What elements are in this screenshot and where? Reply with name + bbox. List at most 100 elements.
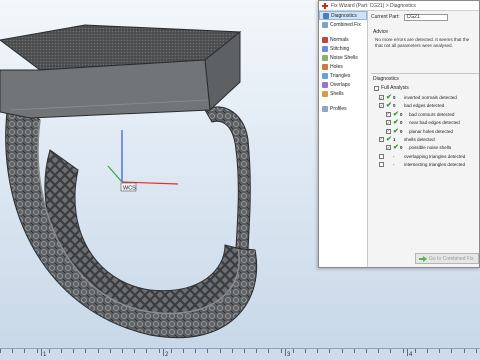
ruler-tick (109, 349, 111, 353)
ruler-tick (231, 349, 233, 353)
ruler-major-tick (285, 349, 286, 356)
diagnostic-checkbox[interactable]: ✓ (386, 128, 391, 134)
diagnostics-panel: Diagnostics Full Analysis ✓ ✔ 0 inverted no… (371, 73, 479, 193)
ruler-tick (451, 349, 453, 353)
ruler-tick (73, 349, 75, 353)
nav-item-profiles[interactable]: Profiles (319, 104, 367, 113)
profiles-icon (322, 105, 328, 112)
ruler-tick (305, 349, 306, 353)
arrow-right-icon (419, 255, 427, 262)
green-check-icon: ✔ (393, 144, 399, 152)
diagnostic-checkbox[interactable]: ✓ (379, 136, 384, 142)
ruler-tick (280, 349, 282, 353)
nav-item-label: Profiles (330, 105, 347, 112)
ruler-tick (146, 349, 148, 353)
nav-item-label: Diagnostics (331, 12, 357, 19)
diagnostic-count: 0 (400, 111, 403, 117)
ruler-tick (317, 349, 319, 353)
diagnostic-label: inverted normals detected (404, 95, 457, 100)
ruler-tick (97, 349, 99, 353)
diagnostic-checkbox[interactable]: ✓ (379, 103, 384, 109)
ruler-tick (463, 349, 465, 353)
green-check-icon: ✔ (393, 119, 399, 127)
overlaps-icon (322, 81, 328, 88)
full-analysis-checkbox[interactable] (374, 85, 379, 91)
diagnostic-label: possible noise shells (409, 145, 452, 151)
nav-item-stitching[interactable]: Stitching (319, 44, 367, 53)
diagnostic-label: near bad edges detected (409, 120, 460, 126)
diagnostic-label: intersecting triangles detected (404, 162, 466, 168)
ruler-tick (0, 349, 1, 353)
nav-item-label: Overlaps (330, 81, 351, 88)
diagnostic-checkbox[interactable] (379, 162, 384, 168)
diagnostic-count: 0 (400, 128, 403, 134)
go-to-combined-fix-button[interactable]: Go to Combined Fix (415, 253, 479, 264)
diagnostic-checkbox[interactable] (379, 153, 384, 159)
ruler-tick (85, 349, 87, 353)
nav-item-diagnostics[interactable]: Diagnostics (319, 11, 367, 20)
diagnostic-row: ✓ ✔ 0 bad edges detected (371, 102, 479, 110)
ruler-tick (207, 349, 209, 353)
green-check-icon: ✔ (386, 94, 392, 101)
ruler-tick (427, 349, 428, 353)
diagnostic-checkbox[interactable]: ✓ (386, 111, 391, 117)
ruler-label: 3 (287, 352, 291, 358)
nav-item-triangles[interactable]: Triangles (319, 71, 367, 80)
stitching-icon (322, 45, 328, 52)
ruler-major-tick (163, 349, 164, 356)
green-check-icon: ✔ (393, 127, 399, 135)
triangles-icon (322, 72, 328, 79)
ruler-major-tick (407, 349, 408, 356)
diagnostic-checkbox[interactable]: ✓ (386, 145, 391, 151)
wizard-titlebar[interactable]: Fix Wizard (Part: CG21) > Diagnostics (319, 1, 479, 11)
diagnostic-row: ✓ ✔ 0 near bad edges detected (371, 119, 479, 127)
diagnostic-label: bad edges detected (404, 103, 445, 109)
fix-wizard-window[interactable]: Fix Wizard (Part: CG21) > Diagnostics Di… (318, 0, 480, 268)
nav-item-label: Holes (330, 63, 343, 70)
ruler-tick (353, 349, 355, 353)
ruler-tick (390, 349, 392, 353)
ruler-tick (378, 349, 380, 353)
diagnostic-checkbox[interactable]: ✓ (379, 95, 384, 100)
nav-item-label: Shells (330, 90, 344, 97)
ruler-tick (414, 349, 416, 353)
ruler-tick (48, 349, 50, 353)
diagnostic-count: 1 (393, 136, 396, 142)
diagnostic-label: bad contours detected (409, 111, 455, 117)
nav-item-shells[interactable]: Shells (319, 89, 367, 98)
ruler-label: 2 (165, 352, 169, 358)
ruler-tick (122, 349, 123, 353)
wizard-nav: Diagnostics Combined Fix Normals Stitching… (319, 11, 368, 267)
holes-icon (322, 63, 328, 70)
nav-item-label: Normals (330, 36, 349, 43)
nav-item-label: Combined Fix (330, 21, 361, 28)
nav-item-overlaps[interactable]: Overlaps (319, 80, 367, 89)
diagnostic-row: - overlapping triangles detected (371, 153, 479, 161)
nav-item-combined-fix[interactable]: Combined Fix (319, 20, 367, 29)
ruler-tick (219, 349, 221, 353)
ruler-tick (12, 349, 14, 353)
diagnostic-label: shells detected (404, 136, 435, 142)
app-cross-icon (322, 2, 328, 9)
nav-item-noise-shells[interactable]: Noise Shells (319, 53, 367, 62)
diagnostic-label: planar holes detected (409, 128, 453, 134)
diagnostic-checkbox[interactable]: ✓ (386, 120, 391, 126)
diagnostic-row: ✓ ✔ 1 shells detected (371, 136, 479, 144)
shells-icon (322, 90, 328, 97)
diagnostic-count: 0 (393, 95, 396, 100)
diagnostics-icon (323, 12, 329, 19)
ruler-tick (183, 349, 184, 353)
full-analysis-row[interactable]: Full Analysis (374, 85, 479, 91)
nav-item-normals[interactable]: Normals (319, 35, 367, 44)
nav-item-label: Noise Shells (330, 54, 358, 61)
diagnostic-count: 0 (400, 145, 403, 151)
ruler-tick (439, 349, 441, 353)
ruler-tick (256, 349, 258, 353)
diagnostics-title: Diagnostics (373, 76, 399, 82)
ruler-tick (268, 349, 270, 353)
nav-item-holes[interactable]: Holes (319, 62, 367, 71)
noise-shells-icon (322, 54, 328, 61)
wizard-main-panel: Current Part: CG21 Advice No more errors… (371, 11, 479, 267)
current-part-field[interactable]: CG21 (403, 13, 448, 21)
ruler-tick (158, 349, 160, 353)
